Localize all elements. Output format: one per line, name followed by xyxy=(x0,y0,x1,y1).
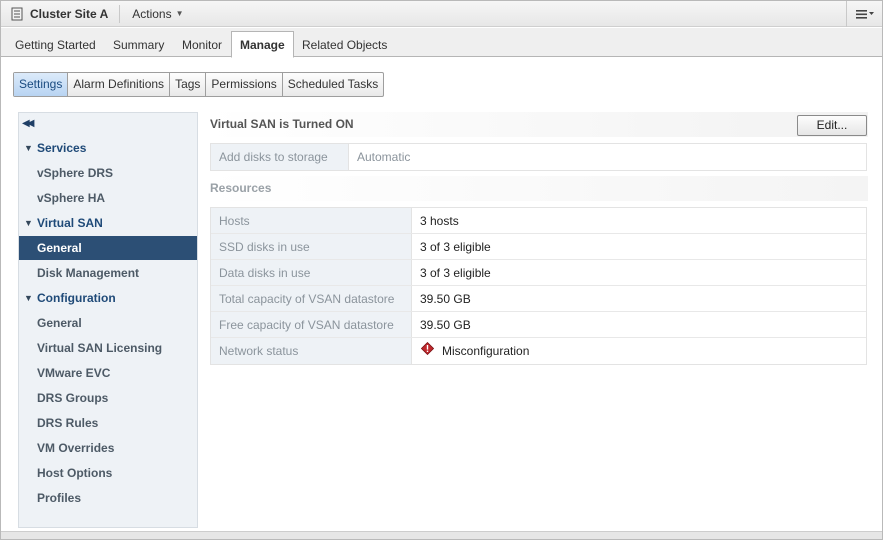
property-key: Network status xyxy=(211,338,412,364)
chevron-down-icon: ▼ xyxy=(175,9,184,18)
property-key: SSD disks in use xyxy=(211,234,412,259)
sidebar-group-services[interactable]: ▼ Services xyxy=(19,136,197,160)
table-row: SSD disks in use 3 of 3 eligible xyxy=(211,234,866,260)
resources-header-bar xyxy=(206,176,868,201)
main-tab-bar: Getting Started Summary Monitor Manage R… xyxy=(1,28,882,58)
sidebar-item-vsphere-ha[interactable]: vSphere HA xyxy=(19,186,197,210)
subtab-settings[interactable]: Settings xyxy=(14,73,69,96)
sidebar-item-profiles[interactable]: Profiles xyxy=(19,486,197,510)
vsan-settings-table: Add disks to storage Automatic xyxy=(210,143,867,171)
sidebar-group-label: Virtual SAN xyxy=(37,216,103,230)
menu-icon xyxy=(855,10,874,19)
table-row: Add disks to storage Automatic xyxy=(211,144,866,170)
sidebar-item-vmware-evc[interactable]: VMware EVC xyxy=(19,361,197,385)
subtab-permissions[interactable]: Permissions xyxy=(206,73,283,96)
sidebar-item-vsan-licensing[interactable]: Virtual SAN Licensing xyxy=(19,336,197,360)
property-value: 3 of 3 eligible xyxy=(420,265,491,280)
network-status-value: Misconfiguration xyxy=(412,338,529,364)
tab-summary[interactable]: Summary xyxy=(109,33,168,57)
sidebar-group-label: Services xyxy=(37,141,87,155)
vsan-general-panel: Virtual SAN is Turned ON Edit... Add dis… xyxy=(206,112,868,532)
network-status-text: Misconfiguration xyxy=(442,344,530,358)
sidebar-group-virtual-san[interactable]: ▼ Virtual SAN xyxy=(19,211,197,235)
subtab-tags[interactable]: Tags xyxy=(170,73,207,96)
app-window: Cluster Site A Actions ▼ Getting Started… xyxy=(0,0,883,540)
table-row: Data disks in use 3 of 3 eligible xyxy=(211,260,866,286)
settings-subtab-bar: Settings Alarm Definitions Tags Permissi… xyxy=(13,72,385,97)
error-icon xyxy=(421,341,434,355)
sidebar-item-vsan-general[interactable]: General xyxy=(19,236,197,260)
property-key: Free capacity of VSAN datastore xyxy=(211,312,412,337)
collapse-sidebar-icon[interactable]: ◀◀ xyxy=(22,118,35,129)
sidebar-item-disk-management[interactable]: Disk Management xyxy=(19,261,197,285)
tab-getting-started[interactable]: Getting Started xyxy=(11,33,100,57)
sidebar-group-label: Configuration xyxy=(37,291,116,305)
resources-table: Hosts 3 hosts SSD disks in use 3 of 3 el… xyxy=(210,207,867,365)
subtab-alarm-definitions[interactable]: Alarm Definitions xyxy=(68,73,171,96)
table-row: Hosts 3 hosts xyxy=(211,208,866,234)
tab-manage[interactable]: Manage xyxy=(231,31,294,58)
property-key: Total capacity of VSAN datastore xyxy=(211,286,412,311)
property-key: Data disks in use xyxy=(211,260,412,285)
actions-label: Actions xyxy=(132,6,172,21)
subtab-scheduled-tasks[interactable]: Scheduled Tasks xyxy=(283,73,384,96)
property-value: Automatic xyxy=(357,150,411,164)
table-row: Total capacity of VSAN datastore 39.50 G… xyxy=(211,286,866,312)
property-key: Add disks to storage xyxy=(211,144,349,170)
triangle-down-icon: ▼ xyxy=(24,143,33,153)
menu-button[interactable] xyxy=(846,1,882,27)
title-divider xyxy=(119,4,121,23)
triangle-down-icon: ▼ xyxy=(24,218,33,228)
page-title: Cluster Site A xyxy=(30,6,109,21)
sidebar-group-configuration[interactable]: ▼ Configuration xyxy=(19,286,197,310)
property-key: Hosts xyxy=(211,208,412,233)
tab-related-objects[interactable]: Related Objects xyxy=(298,33,391,57)
table-row: Network status Misconfiguration xyxy=(211,338,866,364)
property-value: 39.50 GB xyxy=(420,291,471,306)
vsan-status-title: Virtual SAN is Turned ON xyxy=(210,117,354,131)
sidebar-item-config-general[interactable]: General xyxy=(19,311,197,335)
table-row: Free capacity of VSAN datastore 39.50 GB xyxy=(211,312,866,338)
sidebar-item-host-options[interactable]: Host Options xyxy=(19,461,197,485)
tab-monitor[interactable]: Monitor xyxy=(178,33,226,57)
property-value: 3 of 3 eligible xyxy=(420,239,491,254)
horizontal-scrollbar[interactable] xyxy=(1,531,882,539)
sidebar-item-drs-rules[interactable]: DRS Rules xyxy=(19,411,197,435)
cluster-icon xyxy=(10,7,24,21)
resources-title: Resources xyxy=(210,181,272,195)
sidebar-item-drs-groups[interactable]: DRS Groups xyxy=(19,386,197,410)
triangle-down-icon: ▼ xyxy=(24,293,33,303)
sidebar-item-vm-overrides[interactable]: VM Overrides xyxy=(19,436,197,460)
property-value: 3 hosts xyxy=(420,213,459,228)
sidebar-item-vsphere-drs[interactable]: vSphere DRS xyxy=(19,161,197,185)
title-bar: Cluster Site A Actions ▼ xyxy=(1,1,882,27)
property-value: 39.50 GB xyxy=(420,317,471,332)
actions-menu-button[interactable]: Actions ▼ xyxy=(132,7,183,21)
edit-button[interactable]: Edit... xyxy=(797,115,867,136)
settings-sidebar: ◀◀ ▼ Services vSphere DRS vSphere HA ▼ V… xyxy=(18,112,198,528)
